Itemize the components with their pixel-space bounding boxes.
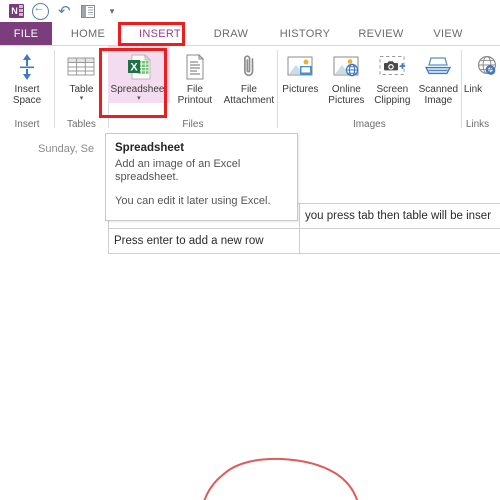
- scanned-image-label-2: Image: [424, 95, 453, 106]
- file-attachment-label-2: Attachment: [223, 95, 275, 106]
- file-attachment-label-1: File: [240, 84, 257, 95]
- onenote-logo[interactable]: N: [4, 0, 28, 22]
- file-printout-label-2: Printout: [177, 95, 213, 106]
- insert-space-label-2: Space: [12, 95, 42, 106]
- ribbon-group-images: Pictures Online Pictures Screen Clipping…: [278, 46, 461, 134]
- tab-insert[interactable]: INSERT: [124, 22, 196, 46]
- table-cell[interactable]: Press enter to add a new row: [108, 228, 300, 254]
- ribbon-group-label-tables: Tables: [67, 119, 96, 130]
- insert-space-button[interactable]: Insert Space: [0, 46, 54, 106]
- ribbon-group-label-insert: Insert: [14, 119, 40, 130]
- tab-view[interactable]: VIEW: [418, 22, 478, 46]
- link-button[interactable]: Link: [462, 46, 500, 95]
- svg-text:X: X: [130, 62, 138, 74]
- screen-clipping-label-2: Clipping: [374, 95, 411, 106]
- ribbon-group-label-files: Files: [182, 119, 204, 130]
- insert-space-icon: [16, 50, 38, 84]
- ribbon-group-insert: Insert Space Insert: [0, 46, 54, 134]
- undo-icon[interactable]: ↷: [52, 0, 76, 22]
- table-row[interactable]: Press enter to add a new row: [108, 228, 500, 254]
- file-attachment-button[interactable]: File Attachment: [220, 46, 278, 106]
- red-circle-ink-annotation: [203, 457, 359, 500]
- table-cell[interactable]: [299, 228, 500, 254]
- pictures-button[interactable]: Pictures: [277, 46, 323, 95]
- tooltip-title: Spreadsheet: [115, 142, 185, 154]
- quick-access-toolbar: N ↷ ▾: [0, 0, 500, 22]
- scanned-image-button[interactable]: Scanned Image: [415, 46, 461, 106]
- file-printout-icon: [183, 50, 207, 84]
- pictures-icon: [286, 50, 314, 84]
- file-printout-label-1: File: [186, 84, 203, 95]
- table-icon: [67, 50, 95, 84]
- dock-to-desktop-icon[interactable]: [76, 0, 100, 22]
- screen-clipping-icon: [377, 50, 407, 84]
- file-printout-button[interactable]: File Printout: [170, 46, 220, 106]
- link-label: Link: [463, 84, 483, 95]
- insert-space-label-1: Insert: [14, 84, 40, 95]
- table-label: Table: [69, 84, 94, 95]
- tab-history[interactable]: HISTORY: [266, 22, 344, 46]
- tab-review[interactable]: REVIEW: [344, 22, 418, 46]
- excel-spreadsheet-icon: X: [125, 50, 153, 84]
- spreadsheet-chevron-down-icon[interactable]: ▾: [137, 95, 141, 103]
- back-icon[interactable]: [28, 0, 52, 22]
- ribbon-group-label-images: Images: [352, 119, 386, 130]
- scanner-icon: [423, 50, 453, 84]
- spreadsheet-label: Spreadsheet: [110, 84, 168, 95]
- tab-draw[interactable]: DRAW: [196, 22, 266, 46]
- link-globe-icon: [474, 50, 500, 84]
- ribbon-group-files: X Spreadsheet ▾ File Printout File Attac…: [107, 46, 278, 134]
- table-cell[interactable]: you press tab then table will be inser: [299, 203, 500, 229]
- ribbon-tabs: FILE HOME INSERT DRAW HISTORY REVIEW VIE…: [0, 22, 500, 46]
- tooltip-note: You can edit it later using Excel.: [115, 195, 271, 207]
- screen-clipping-label-1: Screen: [376, 84, 409, 95]
- customize-quick-access-icon[interactable]: ▾: [100, 0, 124, 22]
- ribbon: Insert Space Insert Table ▾ Tables X Spr…: [0, 46, 500, 134]
- ribbon-group-label-links: Links: [465, 119, 490, 130]
- screen-clipping-button[interactable]: Screen Clipping: [369, 46, 415, 106]
- table-button[interactable]: Table ▾: [54, 46, 108, 103]
- onenote-logo-letter: N: [11, 5, 18, 16]
- tab-file[interactable]: FILE: [0, 22, 52, 46]
- ribbon-group-tables: Table ▾ Tables: [55, 46, 108, 134]
- tab-home[interactable]: HOME: [52, 22, 124, 46]
- spreadsheet-tooltip: Spreadsheet Add an image of an Excel spr…: [105, 133, 298, 221]
- onenote-window: N ↷ ▾ FILE HOME INSERT DRAW HISTORY REVI…: [0, 0, 500, 500]
- tooltip-description: Add an image of an Excel spreadsheet.: [115, 158, 241, 183]
- table-chevron-down-icon[interactable]: ▾: [80, 95, 84, 103]
- scanned-image-label-1: Scanned: [418, 84, 459, 95]
- online-pictures-button[interactable]: Online Pictures: [323, 46, 369, 106]
- pictures-label: Pictures: [282, 84, 319, 95]
- spreadsheet-button[interactable]: X Spreadsheet ▾: [107, 46, 170, 103]
- page-date: Sunday, Se: [38, 143, 95, 155]
- paperclip-icon: [239, 50, 259, 84]
- ribbon-group-links: Link Links: [462, 46, 500, 134]
- online-pictures-icon: [332, 50, 360, 84]
